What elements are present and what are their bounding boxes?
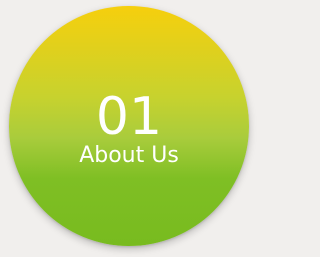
tile-label: About Us [79, 143, 179, 168]
about-us-tile[interactable]: 01 About Us [9, 6, 249, 246]
tile-number: 01 [95, 87, 163, 147]
